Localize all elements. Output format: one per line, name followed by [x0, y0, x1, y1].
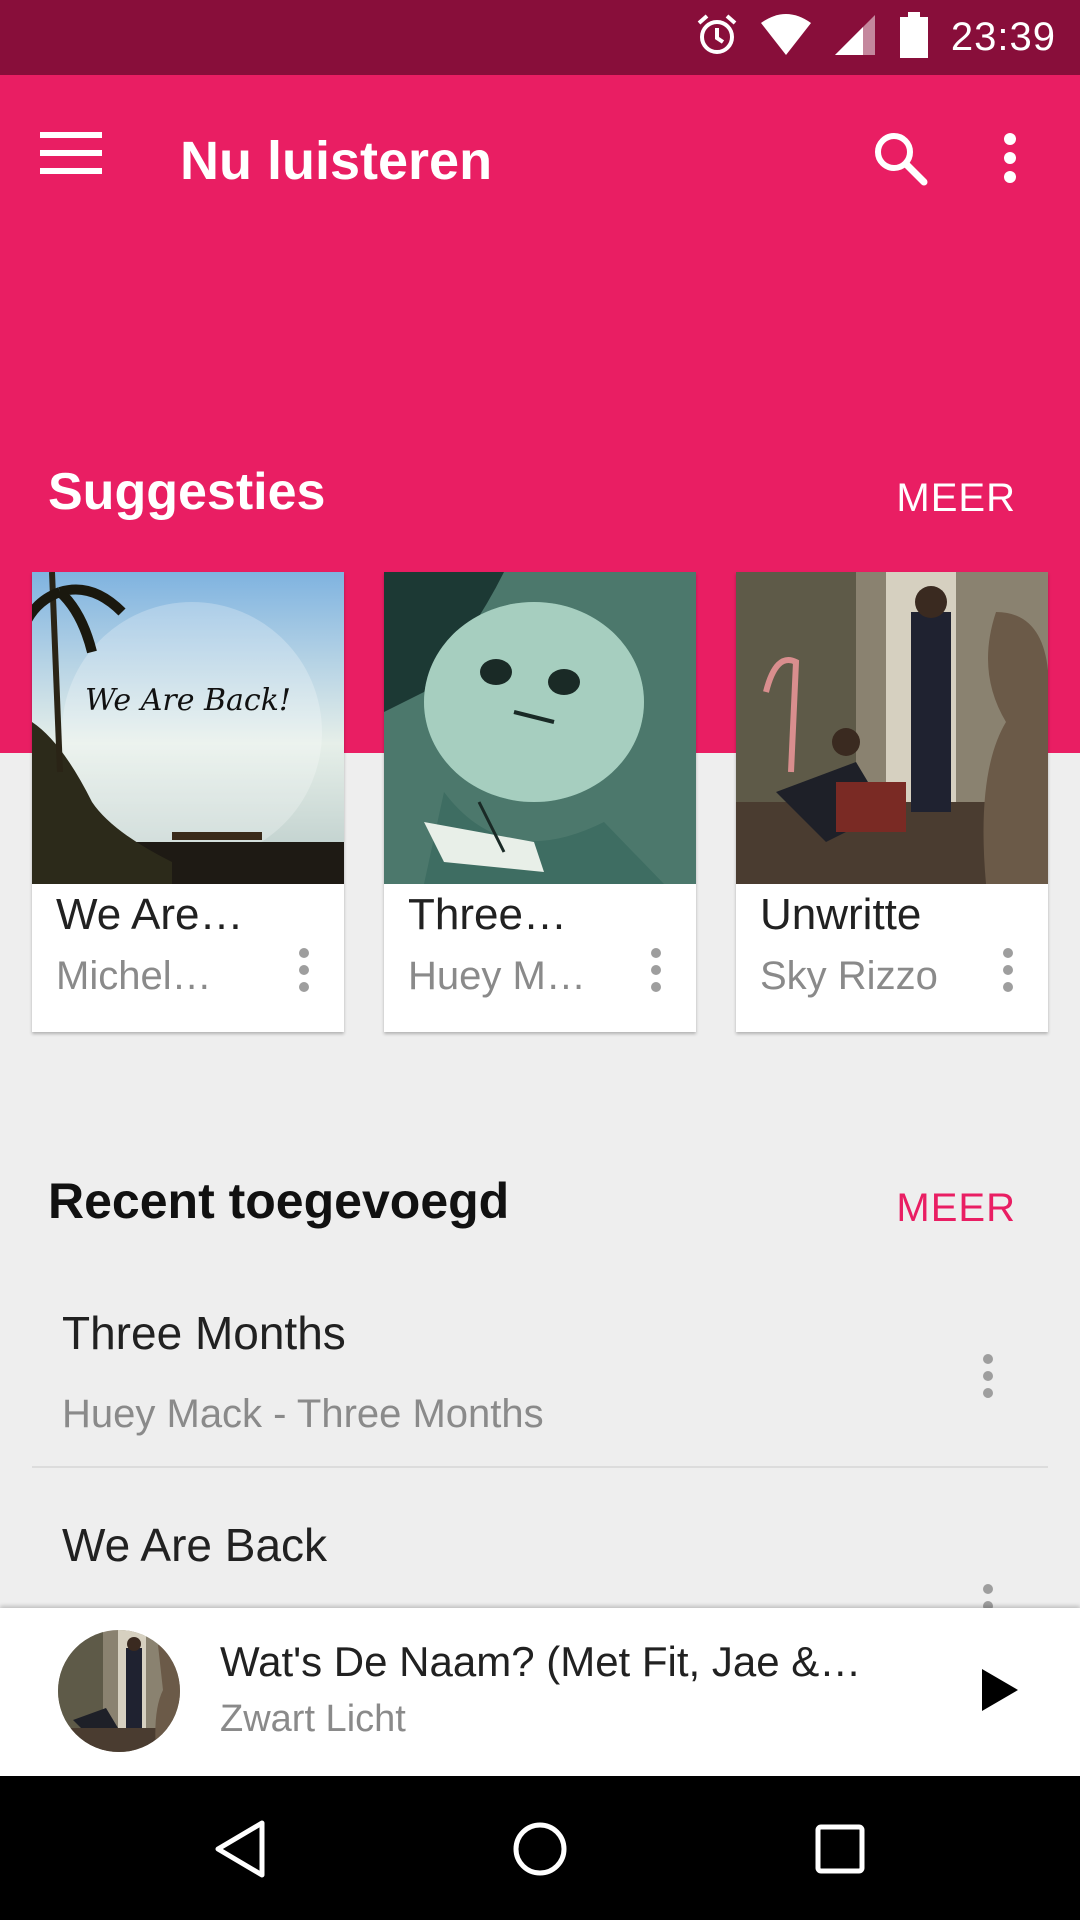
list-item-title: We Are Back: [62, 1519, 328, 1571]
card-title: Unwritte: [760, 890, 922, 939]
now-playing-bar[interactable]: Wat's De Naam? (Met Fit, Jae &… Zwart Li…: [0, 1608, 1080, 1776]
back-icon: [212, 1819, 268, 1884]
overflow-menu-button[interactable]: [975, 125, 1045, 195]
album-art-text: We Are Back!: [85, 683, 291, 718]
card-subtitle: Sky Rizzo: [760, 954, 938, 998]
hamburger-menu-icon: [40, 130, 102, 181]
wifi-icon: [760, 13, 811, 62]
more-vert-icon: [982, 1353, 994, 1404]
recents-button[interactable]: [790, 1806, 890, 1896]
album-art: We Are Back!: [32, 572, 344, 884]
page-title: Nu luisteren: [180, 131, 493, 191]
suggestion-card[interactable]: Unwritte Sky Rizzo: [736, 572, 1048, 1032]
alarm-icon: [695, 13, 739, 62]
play-icon: [980, 1667, 1020, 1718]
list-item[interactable]: We Are Back: [32, 1468, 1048, 1628]
suggestions-more-button[interactable]: MEER: [896, 476, 1016, 521]
suggestion-card[interactable]: We Are Back! We Are… Michel…: [32, 572, 344, 1032]
home-button[interactable]: [490, 1806, 590, 1896]
more-vert-icon: [650, 947, 662, 998]
card-more-button[interactable]: [636, 932, 676, 1012]
album-art: [736, 572, 1048, 884]
list-item-title: Three Months: [62, 1307, 346, 1359]
now-playing-album-art: [58, 1630, 180, 1752]
more-vert-icon: [298, 947, 310, 998]
list-item[interactable]: Three Months Huey Mack - Three Months: [32, 1280, 1048, 1466]
card-more-button[interactable]: [988, 932, 1028, 1012]
recent-more-button[interactable]: MEER: [896, 1186, 1016, 1231]
home-icon: [512, 1821, 568, 1882]
toolbar: Nu luisteren: [0, 75, 1080, 245]
status-bar: 23:39: [0, 0, 1080, 75]
list-item-more-button[interactable]: [968, 1338, 1008, 1418]
back-button[interactable]: [190, 1806, 290, 1896]
search-icon: [872, 130, 928, 191]
search-button[interactable]: [860, 125, 940, 195]
now-playing-title: Wat's De Naam? (Met Fit, Jae &…: [220, 1638, 862, 1685]
card-more-button[interactable]: [284, 932, 324, 1012]
card-title: We Are…: [56, 890, 244, 939]
list-item-subtitle: Huey Mack - Three Months: [62, 1392, 544, 1436]
more-vert-icon: [1002, 947, 1014, 998]
menu-button[interactable]: [40, 115, 130, 195]
card-title: Three…: [408, 890, 567, 939]
recents-icon: [814, 1823, 866, 1880]
now-playing-artist: Zwart Licht: [220, 1698, 406, 1740]
more-vert-icon: [1002, 132, 1018, 188]
status-time: 23:39: [950, 15, 1056, 59]
navigation-bar: [0, 1776, 1080, 1920]
cell-signal-icon: [833, 13, 877, 62]
suggestion-card[interactable]: Three… Huey M…: [384, 572, 696, 1032]
suggestions-title: Suggesties: [48, 463, 326, 521]
card-subtitle: Huey M…: [408, 954, 586, 998]
card-subtitle: Michel…: [56, 954, 212, 998]
play-button[interactable]: [960, 1652, 1040, 1732]
recent-title: Recent toegevoegd: [48, 1173, 510, 1229]
album-art: [384, 572, 696, 884]
battery-icon: [899, 12, 929, 63]
